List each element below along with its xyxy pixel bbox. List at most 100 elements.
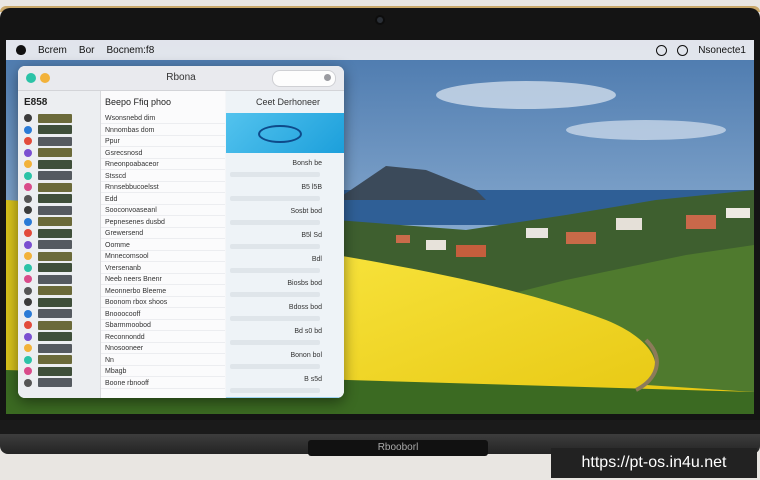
- sidebar-item[interactable]: [24, 217, 96, 227]
- sidebar-item-thumbnail: [38, 378, 72, 387]
- sidebar-item-icon: [24, 240, 32, 249]
- sidebar-item-icon: [24, 148, 32, 157]
- sidebar-item[interactable]: [24, 378, 96, 388]
- detail-value: B5 l5B: [301, 184, 322, 191]
- detail-separator: [230, 316, 320, 321]
- sidebar-item[interactable]: [24, 286, 96, 296]
- list-item[interactable]: Grewersend: [101, 228, 225, 239]
- detail-separator: [230, 340, 320, 345]
- sidebar-item-icon: [24, 137, 32, 145]
- sidebar-item[interactable]: [24, 205, 96, 215]
- list-item[interactable]: Mbagb: [101, 366, 225, 377]
- list-item[interactable]: Rneonpoabaceor: [101, 159, 225, 170]
- sidebar-item[interactable]: [24, 148, 96, 158]
- sidebar-item[interactable]: [24, 343, 96, 353]
- list-item[interactable]: Sbarmmoobod: [101, 320, 225, 331]
- list-item[interactable]: Nnnombas dom: [101, 125, 225, 136]
- sidebar-item[interactable]: [24, 274, 96, 284]
- sidebar-item-thumbnail: [38, 125, 72, 134]
- sidebar-item-thumbnail: [38, 343, 72, 353]
- list-item[interactable]: Mnnecomsool: [101, 251, 225, 262]
- list-item[interactable]: Reconnondd: [101, 332, 225, 343]
- sidebar-item[interactable]: [24, 182, 96, 192]
- list-item[interactable]: Bnooocooff: [101, 309, 225, 320]
- map-preview[interactable]: [226, 113, 344, 153]
- sidebar-item[interactable]: [24, 366, 96, 376]
- list-item[interactable]: Vrersenanb: [101, 263, 225, 274]
- sidebar-item-thumbnail: [38, 355, 72, 364]
- list-item[interactable]: Pepnesenes dusbd: [101, 217, 225, 228]
- list-item[interactable]: Meonnerbo Bleeme: [101, 286, 225, 297]
- sidebar-item-thumbnail: [38, 309, 72, 318]
- sidebar-item-thumbnail: [38, 240, 72, 249]
- sidebar-item-icon: [24, 171, 32, 180]
- list-item[interactable]: Oomme: [101, 240, 225, 251]
- detail-separator: [230, 244, 320, 249]
- menu-item-1[interactable]: Bor: [79, 45, 95, 56]
- selected-row-highlight[interactable]: [226, 397, 344, 398]
- sidebar-item[interactable]: [24, 332, 96, 342]
- menu-app-name[interactable]: Bcrem: [38, 45, 67, 56]
- sidebar-item-thumbnail: [38, 274, 72, 284]
- sidebar-item-icon: [24, 114, 32, 122]
- sidebar-item[interactable]: [24, 228, 96, 238]
- sidebar-item-icon: [24, 355, 32, 364]
- window-titlebar[interactable]: Rbona: [18, 66, 344, 91]
- list-item[interactable]: Wsonsnebd dim: [101, 113, 225, 124]
- sidebar: E858: [18, 91, 101, 398]
- detail-value: B5l Sd: [301, 232, 322, 239]
- list-item[interactable]: Stsscd: [101, 171, 225, 182]
- sidebar-item[interactable]: [24, 240, 96, 250]
- list-item[interactable]: Neeb neers Bnenr: [101, 274, 225, 285]
- detail-separator: [230, 364, 320, 369]
- sidebar-item-thumbnail: [38, 159, 72, 169]
- camera-icon: [377, 17, 383, 23]
- list-item[interactable]: Boone rbnooff: [101, 378, 225, 389]
- sidebar-item[interactable]: [24, 355, 96, 365]
- list-item[interactable]: Nn: [101, 355, 225, 366]
- detail-value: Biosbs bod: [287, 280, 322, 287]
- sidebar-item-icon: [24, 298, 32, 306]
- sidebar-item-icon: [24, 206, 32, 214]
- list-item[interactable]: Rnnsebbucoelsst: [101, 182, 225, 193]
- list-item[interactable]: Sooconvoaseanl: [101, 205, 225, 216]
- search-input[interactable]: [272, 70, 336, 87]
- clear-search-icon[interactable]: [324, 74, 331, 81]
- sidebar-item-icon: [24, 344, 32, 352]
- sidebar-item[interactable]: [24, 159, 96, 169]
- sidebar-item[interactable]: [24, 125, 96, 135]
- list-header: Beepo Ffiq phoo: [105, 97, 172, 107]
- menu-item-2[interactable]: Bocnem:f8: [106, 45, 154, 56]
- sidebar-item-thumbnail: [38, 366, 72, 376]
- laptop: Bcrem Bor Bocnem:f8 Nsonecte1 Rbona E858: [0, 0, 760, 480]
- sidebar-header: E858: [24, 97, 48, 108]
- detail-value: Bdl: [311, 256, 322, 263]
- control-center-icon[interactable]: [656, 44, 668, 56]
- list-item[interactable]: Edd: [101, 194, 225, 205]
- sidebar-item-icon: [24, 160, 32, 168]
- list-item[interactable]: Nnosooneer: [101, 343, 225, 354]
- detail-separator: [230, 196, 320, 201]
- sidebar-item-icon: [24, 309, 32, 318]
- sidebar-item-icon: [24, 378, 32, 387]
- list-item[interactable]: Ppur: [101, 136, 225, 147]
- sidebar-item[interactable]: [24, 136, 96, 146]
- sidebar-item[interactable]: [24, 263, 96, 273]
- sidebar-item[interactable]: [24, 194, 96, 204]
- search-icon[interactable]: [677, 44, 689, 56]
- sidebar-item-icon: [24, 217, 32, 226]
- list-item[interactable]: Boonom rbox shoos: [101, 297, 225, 308]
- sidebar-item[interactable]: [24, 297, 96, 307]
- sidebar-item[interactable]: [24, 171, 96, 181]
- sidebar-item-thumbnail: [38, 263, 72, 272]
- sidebar-item[interactable]: [24, 320, 96, 330]
- list-item[interactable]: Gsrecsnosd: [101, 148, 225, 159]
- clock[interactable]: Nsonecte1: [698, 45, 746, 56]
- sidebar-item[interactable]: [24, 309, 96, 319]
- detail-value: Sosbt bod: [290, 208, 322, 215]
- sidebar-item[interactable]: [24, 113, 96, 123]
- sidebar-item[interactable]: [24, 251, 96, 261]
- sidebar-item-thumbnail: [38, 171, 72, 180]
- apple-icon[interactable]: [16, 45, 26, 55]
- watermark: https://pt-os.in4u.net: [551, 448, 757, 478]
